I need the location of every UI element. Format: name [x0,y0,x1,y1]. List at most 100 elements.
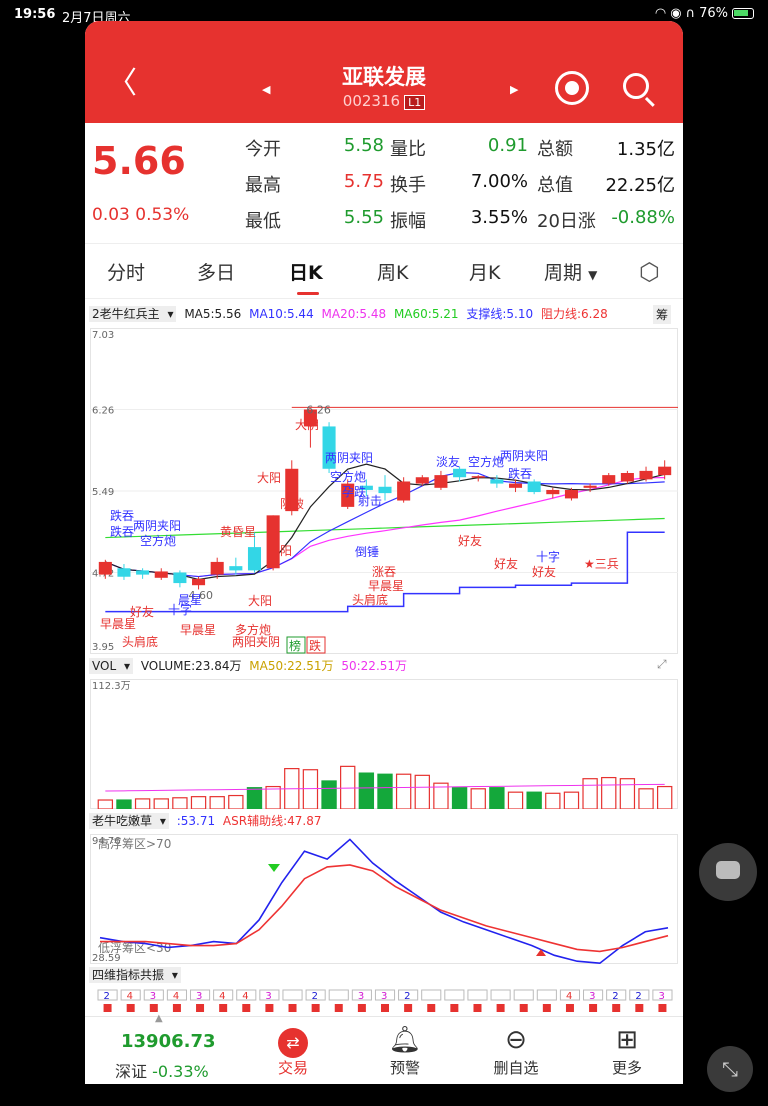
tab-period-label: 周期 [544,262,583,284]
price-tick: 5.49 [92,487,114,498]
volume-bar [470,788,486,809]
volume-bar [377,773,393,809]
pattern-label-blue: 跌吞 [110,524,134,539]
main-indicator-row: 2老牛红兵主 ▾ MA5:5.56 MA10:5.44 MA20:5.48 MA… [89,305,679,327]
candle-body [602,475,616,484]
quote-panel: 5.66 0.03 0.53% 今开 5.58 量比 0.91 总额 1.35亿 最高 5.7… [85,123,683,243]
ma60-line [105,517,665,539]
candle-body [266,515,280,569]
pattern-label-blue: 跌吞 [110,508,134,523]
volume-bar [638,788,654,809]
tab-daily-k[interactable]: 日K [289,258,323,285]
minus-circle-icon: ⊖ [505,1025,527,1055]
ma5-label: MA5:5.56 [184,307,242,321]
resonance-square [635,1004,644,1012]
tab-intraday[interactable]: 分时 [107,258,145,285]
nav-more[interactable]: ⊞ 更多 [592,1023,662,1078]
nav-alert-label: 预警 [389,1059,420,1077]
volume-bar [228,794,244,809]
vol-50: 50:22.51万 [341,659,408,673]
bell-icon: 🔔︎ [388,1025,422,1055]
chip-badge[interactable]: 筹 [653,305,672,324]
shrink-icon[interactable]: ⤡ [707,1046,753,1092]
resonance-digit: 2 [612,991,618,1002]
volume-bar [209,796,225,809]
candle-body [210,561,224,575]
resonance-cell [467,989,488,1001]
settings-hex-icon[interactable]: ⬡ [639,258,660,286]
candle-body [229,566,243,571]
candle-body [620,473,634,482]
up-caret-icon[interactable]: ▲ [155,1013,163,1024]
pattern-label-red: 好友 [532,565,556,579]
candle-body [117,568,131,577]
resonance-square [334,1004,343,1012]
asr-chart[interactable]: 94.7628.59高浮筹区>70低浮筹区<30 [90,834,678,964]
resonance-digit: 2 [104,991,110,1002]
resonance-digit: 3 [381,991,387,1002]
tab-weekly-k[interactable]: 周K [377,258,408,285]
pattern-label-red: 早晨星 [180,623,216,637]
resonance-square [357,1004,366,1012]
asr-series-line [100,864,669,953]
nav-alert[interactable]: 🔔︎ 预警 [370,1023,440,1078]
wifi-icon: ◠ [654,6,667,21]
headphone-icon: ∩ [685,6,696,21]
volume-chart[interactable]: 112.3万 [90,679,678,809]
resonance-digit: 3 [358,991,364,1002]
quote-value: 7.00% [470,171,528,192]
tab-monthly-k[interactable]: 月K [469,258,500,285]
kline-chart[interactable]: 7.036.265.494.723.956.264.60大阴二阴破大阳一阳大阳好… [90,328,678,654]
nav-trade[interactable]: ⇄ 交易 [258,1023,328,1078]
main-indicator-dropdown[interactable]: 2老牛红兵主 ▾ [89,306,177,322]
app-header: 〈 ◀ 亚联发展 002316 L1 ▶ [85,21,683,123]
pattern-label-blue: 两阴夹阳 [500,449,548,463]
tab-multiday[interactable]: 多日 [197,258,235,285]
pattern-label-blue: 空方炮 [140,533,176,548]
volume-axis-top: 112.3万 [92,681,131,692]
trade-icon: ⇄ [278,1028,308,1058]
candle-body [564,489,578,499]
tab-period[interactable]: 周期 ▼ [544,258,597,285]
volume-bar [172,797,188,809]
resonance-square [126,1004,135,1012]
index-name-row[interactable]: 深证 -0.33% [115,1058,209,1082]
chat-bubble-icon[interactable] [699,843,757,901]
volume-dropdown[interactable]: VOL ▾ [89,658,133,674]
pattern-label-blue: 两阴夹阳 [325,451,373,465]
resonance-cell [513,989,534,1001]
candle-body [658,466,672,476]
pattern-label-red: 早晨星 [368,579,404,593]
resonance-digit: 3 [589,991,595,1002]
search-icon[interactable] [623,73,649,99]
asr-dropdown[interactable]: 老牛吃嫩草 ▾ [89,813,169,829]
pattern-label-red: 一阳 [268,544,292,558]
candle-body [247,547,262,571]
resonance-square [103,1004,112,1012]
mascot-icon[interactable] [555,71,589,105]
quote-value: 5.58 [343,135,384,156]
resonance-dropdown[interactable]: 四维指标共振 ▾ [89,967,181,983]
resonance-square [473,1004,482,1012]
resonance-cell [490,989,511,1001]
index-value[interactable]: 13906.73 [121,1031,216,1052]
quote-label: 总额 [537,139,573,160]
resonance-square [265,1004,274,1012]
volume-indicator-row: VOL ▾ VOLUME:23.84万 MA50:22.51万 50:22.51… [89,657,679,679]
index-change: -0.33% [152,1062,209,1081]
resonance-cell [282,989,303,1001]
pattern-label-red: 阴破 [280,496,304,511]
quote-label: 振幅 [390,211,426,232]
quote-value: 3.55% [470,207,528,228]
next-stock-icon[interactable]: ▶ [510,83,518,96]
nav-remove-watch[interactable]: ⊖ 删自选 [481,1023,551,1078]
pattern-label-blue: 跌吞 [508,466,532,481]
quote-value: 5.55 [343,207,384,228]
expand-icon[interactable]: ⤢ [657,657,667,672]
candle-body [154,571,168,578]
volume-bar [545,792,561,809]
active-tab-indicator [297,292,319,295]
candle-body [98,561,112,575]
volume-bar [97,799,114,809]
high-mark: 6.26 [306,404,331,417]
